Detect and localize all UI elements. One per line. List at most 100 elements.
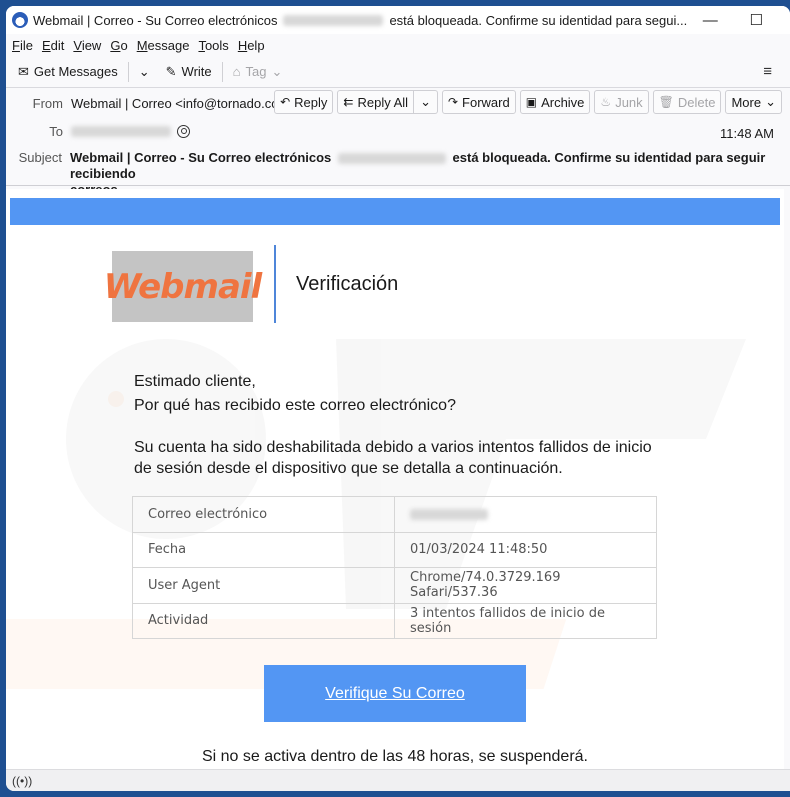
reply-button[interactable]: ↶ Reply [274,90,334,114]
window-title: Webmail | Correo - Su Correo electrónico… [33,13,687,28]
redacted-email [283,14,384,26]
table-row: User Agent Chrome/74.0.3729.169 Safari/5… [132,567,657,604]
delete-button[interactable]: 🗑 Delete [652,90,722,114]
redacted-email [410,508,488,520]
reply-icon: ↶ [280,95,291,109]
message-body: Webmail Verificación Estimado cliente, P… [6,189,784,769]
reply-all-label: Reply All [357,94,409,110]
more-label: More [731,94,762,110]
status-bar: ((•)) [6,769,790,791]
window-title-prefix: Webmail | Correo - Su Correo electrónico… [33,12,278,28]
minimize-icon: — [702,11,718,29]
table-label: Fecha [132,531,395,568]
to-row: To [15,124,190,139]
toolbar-separator [127,61,129,82]
menu-message[interactable]: Message [137,38,190,53]
from-value[interactable]: Webmail | Correo <info@tornado.com> [71,96,297,111]
verification-heading: Verificación [296,273,399,295]
table-label: Correo electrónico [132,496,395,533]
archive-button[interactable]: ▣ Archive [519,90,591,114]
chevron-down-icon: ⌄ [138,63,150,79]
window-title-suffix: está bloqueada. Confirme su identidad pa… [389,12,688,28]
write-label: Write [181,64,212,79]
get-messages-icon: ✉ [18,63,29,79]
reply-all-icon: ⇇ [343,95,354,109]
title-bar: Webmail | Correo - Su Correo electrónico… [6,6,790,34]
menu-go[interactable]: Go [110,38,127,53]
tag-button[interactable]: ⌂ Tag ⌄ [229,64,287,80]
body-line-1: Su cuenta ha sido deshabilitada debido a… [134,439,652,456]
table-value: 01/03/2024 11:48:50 [394,531,657,568]
table-row: Correo electrónico [132,496,657,533]
minimize-button[interactable]: — [687,6,733,34]
suspension-warning: Si no se activa dentro de las 48 horas, … [201,748,588,765]
archive-icon: ▣ [525,95,538,109]
table-value [394,496,657,533]
from-label: From [32,96,63,111]
reply-all-split: ⇇ Reply All ⌄ [333,90,438,114]
pencil-icon: ✎ [165,63,177,79]
question-text: Por qué has recibido este correo electró… [134,397,456,414]
menu-edit[interactable]: Edit [42,38,64,53]
greeting-text: Estimado cliente, [134,373,256,390]
redacted-recipient [71,126,171,137]
junk-icon: ♨ [600,95,612,109]
message-actions: ↶ Reply ⇇ Reply All ⌄ ↷ Forward ▣ Archiv… [270,90,782,114]
hamburger-menu-icon: ≡ [763,63,772,80]
chevron-down-icon: ⌄ [271,63,283,79]
body-line-2: de sesión desde el dispositivo que se de… [134,460,563,477]
redacted-email [337,153,446,165]
junk-button[interactable]: ♨ Junk [594,90,649,114]
menu-help[interactable]: Help [238,38,265,53]
reply-all-button[interactable]: ⇇ Reply All [337,90,415,114]
archive-label: Archive [541,94,585,110]
login-details-table: Correo electrónico Fecha 01/03/2024 11:4… [132,496,657,639]
app-menu-button[interactable]: ≡ [763,63,772,80]
subject-prefix: Webmail | Correo - Su Correo electrónico… [70,150,332,165]
watermark-dot [108,391,124,407]
menu-view[interactable]: View [73,38,101,53]
tag-label: Tag [245,64,267,79]
toolbar-separator [221,61,223,82]
activity-icon[interactable]: ((•)) [12,774,32,788]
maximize-icon: ☐ [749,12,763,29]
message-header: From Webmail | Correo <info@tornado.com>… [6,88,790,197]
table-row: Fecha 01/03/2024 11:48:50 [132,531,657,568]
junk-label: Junk [615,94,643,110]
reply-all-dropdown[interactable]: ⌄ [414,90,438,114]
chevron-down-icon: ⌄ [420,94,431,109]
message-time: 11:48 AM [720,126,774,141]
close-button[interactable]: ✕ [779,6,790,34]
delete-label: Delete [677,94,716,110]
more-button[interactable]: More ⌄ [725,90,782,114]
header-banner [10,198,780,225]
to-label: To [49,124,63,139]
menu-tools[interactable]: Tools [198,38,228,53]
verify-email-button[interactable]: Verifique Su Correo [264,665,526,722]
get-messages-dropdown[interactable]: ⌄ [135,64,154,80]
logo-divider [274,245,276,323]
table-label: Actividad [132,602,395,639]
get-messages-button[interactable]: ✉ Get Messages [14,64,122,80]
get-messages-label: Get Messages [33,64,118,79]
webmail-logo: Webmail [104,251,262,322]
write-button[interactable]: ✎ Write [162,64,216,80]
main-toolbar: ✉ Get Messages ⌄ ✎ Write ⌂ Tag ⌄ ≡ [6,56,790,88]
chevron-down-icon: ⌄ [765,94,776,109]
contact-icon[interactable] [177,125,190,138]
menu-bar: File Edit View Go Message Tools Help [6,34,790,56]
verify-email-link[interactable]: Verifique Su Correo [325,685,465,703]
forward-icon: ↷ [447,95,459,109]
webmail-logo-text: Webmail [103,266,262,307]
table-value: Chrome/74.0.3729.169 Safari/537.36 [394,567,657,604]
trash-icon: 🗑 [658,95,674,109]
table-row: Actividad 3 intentos fallidos de inicio … [132,602,657,639]
table-label: User Agent [132,567,395,604]
tag-icon: ⌂ [232,64,241,79]
thunderbird-window: Webmail | Correo - Su Correo electrónico… [6,6,790,791]
menu-file[interactable]: File [12,38,33,53]
forward-button[interactable]: ↷ Forward [441,90,516,114]
thunderbird-app-icon [12,12,28,28]
forward-label: Forward [462,94,510,110]
maximize-button[interactable]: ☐ [733,6,779,34]
